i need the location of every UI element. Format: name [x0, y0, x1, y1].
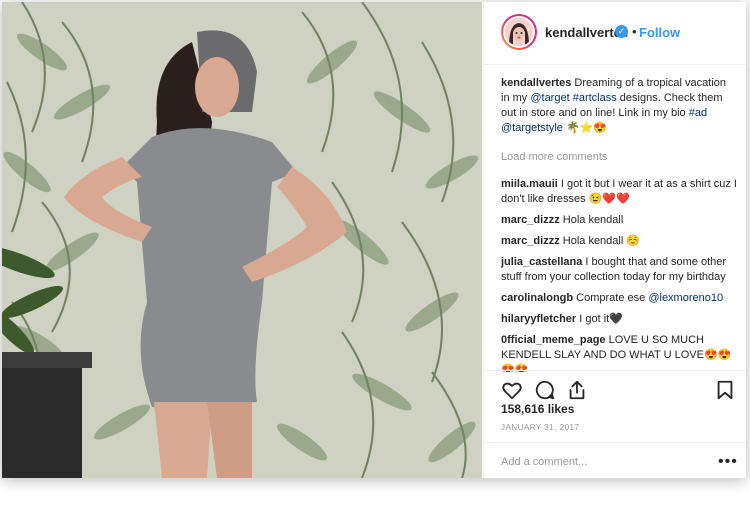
load-more-comments-button[interactable]: Load more comments [501, 150, 737, 165]
comment-mention[interactable]: @lexmoreno10 [648, 292, 723, 304]
post-sidebar: kendallvertes ✓ • Follow kendallvertes D… [483, 2, 746, 478]
heart-icon[interactable] [501, 379, 523, 401]
comment-username[interactable]: marc_dizzz [501, 214, 560, 226]
comment-text: I got it🖤 [576, 313, 623, 325]
avatar-image [505, 18, 533, 46]
comment-username[interactable]: marc_dizzz [501, 235, 560, 247]
comment-username[interactable]: hilaryyfletcher [501, 313, 576, 325]
caption: kendallvertes Dreaming of a tropical vac… [501, 76, 737, 136]
comment-username[interactable]: carolinalongb [501, 292, 573, 304]
follow-button[interactable]: Follow [639, 25, 680, 40]
add-comment-input[interactable]: Add a comment... [501, 456, 587, 468]
caption-mention-targetstyle[interactable]: @targetstyle [501, 122, 563, 134]
comment-username[interactable]: miila.mauii [501, 178, 558, 190]
list-item: marc_dizzz Hola kendall ☺️ [501, 234, 737, 249]
verified-badge-icon: ✓ [615, 25, 628, 38]
add-comment-bar: Add a comment... ••• [484, 442, 746, 478]
caption-hashtag-ad[interactable]: #ad [689, 107, 707, 119]
caption-mention-target[interactable]: @target [530, 92, 569, 104]
avatar-ring-gap [503, 16, 535, 48]
list-item: miila.mauii I got it but I wear it at as… [501, 177, 737, 207]
avatar[interactable] [501, 14, 537, 50]
list-item: carolinalongb Comprate ese @lexmoreno10 [501, 291, 737, 306]
header-separator: • [632, 24, 637, 39]
comment-text: Hola kendall [559, 214, 624, 226]
share-icon[interactable] [566, 379, 588, 401]
caption-emoji: 🌴⭐😍 [562, 122, 608, 134]
comment-username[interactable]: julia_castellana [501, 256, 582, 268]
list-item: 0fficial_meme_page LOVE U SO MUCH KENDEL… [501, 333, 737, 372]
list-item: hilaryyfletcher I got it🖤 [501, 312, 737, 327]
instagram-post: kendallvertes ✓ • Follow kendallvertes D… [2, 2, 746, 478]
likes-count[interactable]: 158,616 likes [501, 402, 574, 416]
comment-text: Hola kendall ☺️ [559, 235, 641, 247]
comment-username[interactable]: 0fficial_meme_page [501, 334, 606, 346]
comment-bubble-icon[interactable] [534, 379, 556, 401]
avatar-face-icon [505, 18, 533, 46]
post-date[interactable]: JANUARY 31, 2017 [501, 423, 579, 432]
caption-username[interactable]: kendallvertes [501, 77, 571, 89]
post-header: kendallvertes ✓ • Follow [484, 2, 746, 65]
caption-hashtag-artclass[interactable]: #artclass [573, 92, 617, 104]
post-photo[interactable] [2, 2, 482, 478]
list-item: marc_dizzz Hola kendall [501, 213, 737, 228]
more-options-icon[interactable]: ••• [718, 453, 738, 471]
bookmark-icon[interactable] [714, 379, 736, 401]
comments-list[interactable]: kendallvertes Dreaming of a tropical vac… [501, 76, 737, 372]
post-actions [484, 370, 746, 403]
comment-text: Comprate ese [573, 292, 649, 304]
list-item: julia_castellana I bought that and some … [501, 255, 737, 285]
